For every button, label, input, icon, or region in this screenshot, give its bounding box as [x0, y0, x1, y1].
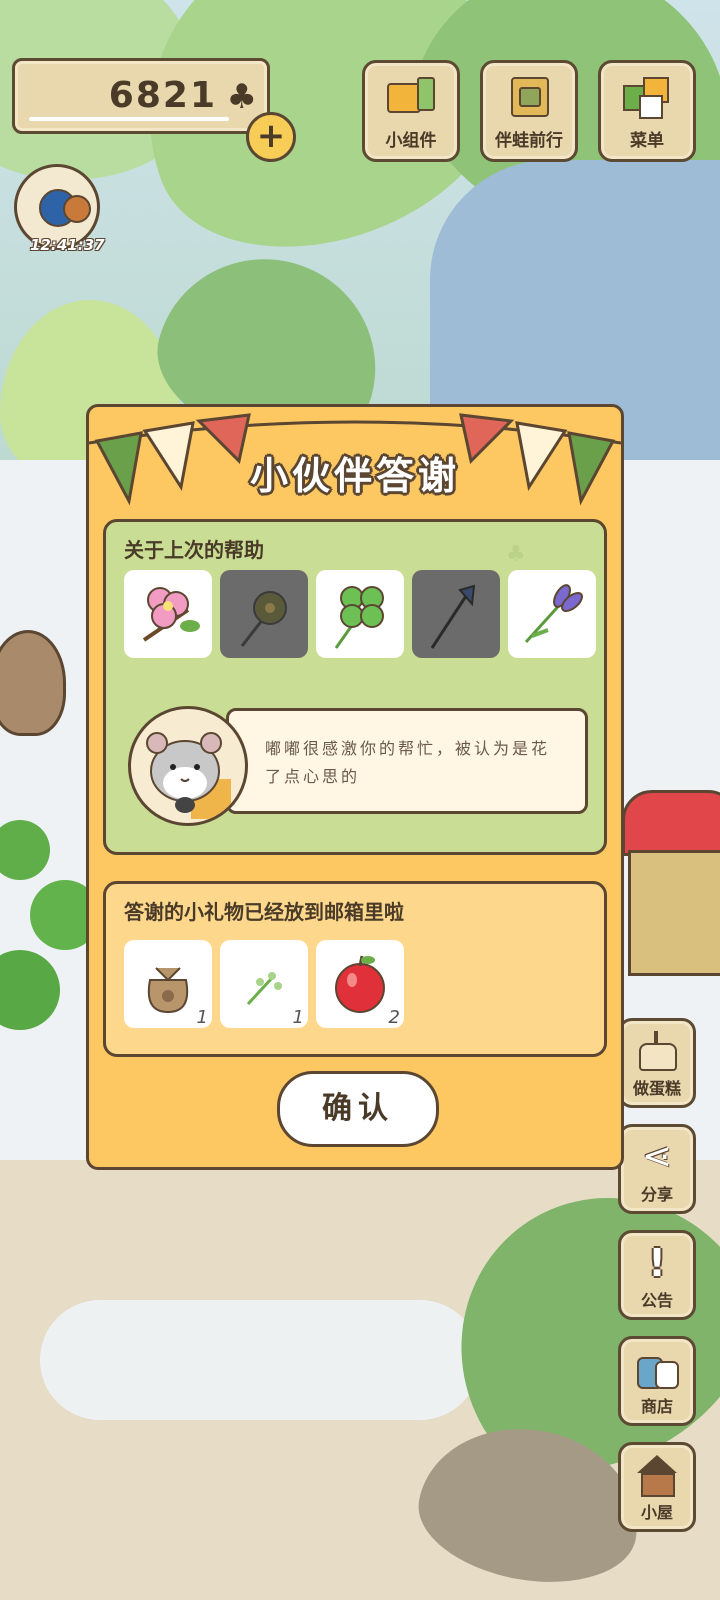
message-bubble: 嘟嘟很感激你的帮忙，被认为是花了点心思的: [226, 708, 588, 814]
exclamation-icon: !: [648, 1241, 666, 1285]
confirm-button[interactable]: 确认: [277, 1071, 439, 1147]
visitor-timer: 12:41:37: [30, 236, 105, 254]
snail-icon: [63, 195, 91, 223]
gift-section: 答谢的小礼物已经放到邮箱里啦 1 1 2: [103, 881, 607, 1057]
share-label: 分享: [640, 1185, 673, 1204]
blue-bellflower-icon: [430, 584, 476, 649]
make-cake-label: 做蛋糕: [632, 1079, 681, 1098]
pink-flower-icon: [142, 587, 200, 642]
clover-icon: ♣: [226, 77, 257, 117]
cottage-button[interactable]: 小屋: [618, 1442, 696, 1532]
book-icon: [505, 75, 553, 117]
dark-flower-icon: [240, 591, 287, 647]
cake-icon: [635, 1029, 679, 1073]
item-slot-bellflower[interactable]: [412, 570, 500, 658]
announcement-label: 公告: [640, 1291, 673, 1310]
item-slot-clover[interactable]: [316, 570, 404, 658]
make-cake-button[interactable]: 做蛋糕: [618, 1018, 696, 1108]
share-icon: ⋖: [641, 1136, 673, 1177]
item-slot-iris[interactable]: [508, 570, 596, 658]
purple-iris-icon: [524, 584, 583, 644]
plus-icon: +: [256, 116, 286, 156]
widget-icon: [387, 75, 435, 115]
item-slot-dark-flower[interactable]: [220, 570, 308, 658]
house-icon: [635, 1453, 679, 1497]
widget-button[interactable]: 小组件: [362, 60, 460, 162]
thanks-message: 嘟嘟很感激你的帮忙，被认为是花了点心思的: [265, 739, 551, 786]
currency-amount: 6821: [108, 75, 217, 116]
help-section-title: 关于上次的帮助: [124, 538, 264, 562]
widget-label: 小组件: [385, 131, 437, 151]
item-slot-pink-flower[interactable]: [124, 570, 212, 658]
shop-label: 商店: [640, 1397, 673, 1416]
gift-count: 1: [292, 1007, 304, 1028]
gift-section-title: 答谢的小礼物已经放到邮箱里啦: [124, 900, 404, 924]
gift-slot-sprout[interactable]: 1: [220, 940, 308, 1028]
hamster-avatar: [128, 706, 248, 826]
cottage-label: 小屋: [640, 1503, 673, 1522]
add-currency-button[interactable]: +: [246, 112, 296, 162]
help-section: ♣ 关于上次的帮助 嘟嘟很感激你的帮忙，被认为是花了点心思的: [103, 519, 607, 855]
four-leaf-clover-icon: [334, 586, 384, 649]
frog-journey-button[interactable]: 伴蛙前行: [480, 60, 578, 162]
gift-count: 2: [388, 1007, 400, 1028]
share-button[interactable]: ⋖ 分享: [618, 1124, 696, 1214]
menu-label: 菜单: [630, 131, 664, 151]
gift-slot-apple[interactable]: 2: [316, 940, 404, 1028]
friend-thanks-dialog: 小伙伴答谢 ♣ 关于上次的帮助 嘟嘟很感激你的帮忙，被认为是花了点心思的 答谢的…: [86, 404, 624, 1170]
frog-journey-label: 伴蛙前行: [495, 131, 563, 151]
menu-button[interactable]: 菜单: [598, 60, 696, 162]
gift-count: 1: [196, 1007, 208, 1028]
announcement-button[interactable]: ! 公告: [618, 1230, 696, 1320]
shop-button[interactable]: 商店: [618, 1336, 696, 1426]
dialog-title: 小伙伴答谢: [249, 454, 460, 498]
hamster-icon: [146, 732, 231, 819]
currency-counter: 6821 ♣: [12, 58, 270, 134]
menu-icon: [623, 75, 671, 119]
shop-icon: [635, 1347, 679, 1391]
gift-slot-seed-bag[interactable]: 1: [124, 940, 212, 1028]
